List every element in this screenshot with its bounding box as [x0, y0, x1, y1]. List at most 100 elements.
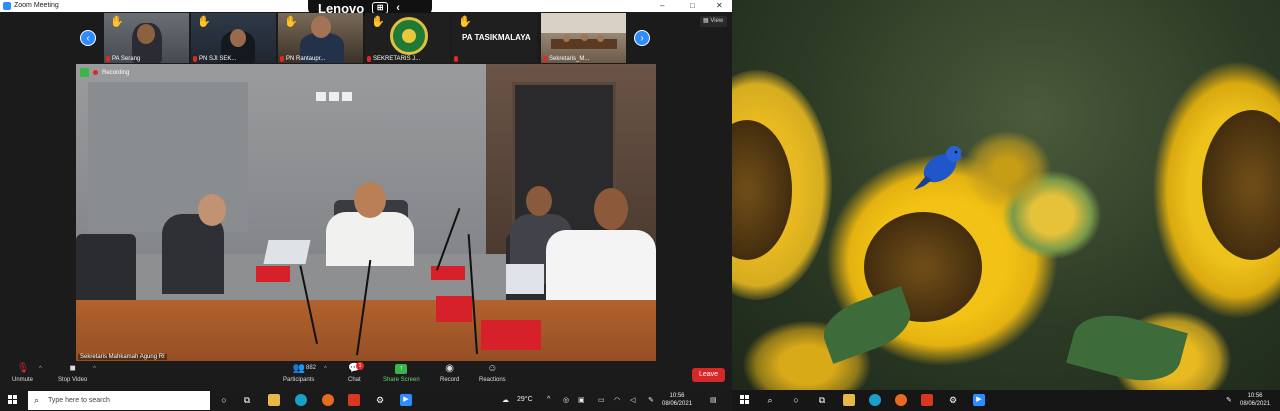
- participant-name: PA Serang: [112, 56, 141, 62]
- participant-face: [230, 29, 246, 47]
- zoom-taskbar-icon[interactable]: ▶: [973, 394, 985, 406]
- participant-tile[interactable]: ✋ PA TASIKMALAYA: [452, 13, 537, 63]
- notification-icon[interactable]: ▤: [710, 396, 717, 404]
- people-icon: 👥: [292, 363, 306, 374]
- network-icon[interactable]: ▭: [598, 396, 605, 404]
- raised-hand-icon: ✋: [197, 16, 211, 28]
- blue-bird: [914, 146, 968, 190]
- search-placeholder: Type here to search: [48, 397, 110, 404]
- settings-gear-icon[interactable]: ⚙: [947, 394, 959, 406]
- conference-table: [76, 300, 656, 361]
- file-explorer-icon[interactable]: [268, 394, 280, 406]
- taskbar-right: ⌕ ○ ⧉ ⚙ ▶ ✎ 10:56 08/06/2021: [732, 390, 1280, 411]
- taskbar-search-input[interactable]: ⌕ Type here to search: [28, 391, 210, 410]
- zoom-taskbar-icon[interactable]: ▶: [400, 394, 412, 406]
- participant-tile[interactable]: ✋ PA Serang: [104, 13, 189, 63]
- pen-icon[interactable]: ✎: [1226, 396, 1232, 404]
- sunflower-blurred: [962, 130, 1052, 210]
- chat-unread-badge: 1: [356, 362, 364, 370]
- unmute-button[interactable]: 🎙 Unmute: [12, 363, 33, 384]
- participant-tile[interactable]: ✋ PN Rantaupr...: [278, 13, 363, 63]
- raised-hand-icon: ✋: [458, 16, 472, 28]
- person-center: [326, 212, 414, 266]
- laptop: [506, 264, 544, 294]
- edge-icon[interactable]: [295, 394, 307, 406]
- participant-name: PN SJI SEK...: [199, 56, 237, 62]
- share-arrow-icon: ↑: [395, 364, 408, 374]
- taskbar-clock[interactable]: 10:56 08/06/2021: [662, 392, 692, 408]
- muted-mic-icon: [454, 56, 458, 62]
- muted-mic-icon: [280, 56, 284, 62]
- file-explorer-icon[interactable]: [843, 394, 855, 406]
- reactions-button[interactable]: ☺ Reactions: [479, 363, 506, 384]
- minimize-button[interactable]: –: [660, 1, 664, 10]
- grid-icon: ▦: [703, 18, 709, 24]
- video-camera-icon: ■: [69, 363, 76, 374]
- laptop: [263, 240, 311, 264]
- tray-icon[interactable]: ▣: [578, 396, 585, 404]
- smiley-icon: ☺: [487, 363, 498, 374]
- settings-gear-icon[interactable]: ⚙: [374, 394, 386, 406]
- tray-expand-icon[interactable]: ^: [547, 396, 550, 403]
- gallery-prev-button[interactable]: ‹: [80, 30, 96, 46]
- view-button[interactable]: ▦ View: [700, 16, 727, 27]
- participant-name: PN Rantaupr...: [286, 56, 326, 62]
- participant-count: 882: [306, 365, 317, 371]
- muted-mic-icon: [543, 56, 547, 62]
- windows-start-icon[interactable]: [740, 395, 750, 405]
- record-icon: ◉: [445, 363, 455, 374]
- office-icon[interactable]: [348, 394, 360, 406]
- participant-face: [311, 16, 331, 38]
- volume-icon[interactable]: ◁: [630, 396, 635, 404]
- gallery-next-button[interactable]: ›: [634, 30, 650, 46]
- task-view-icon[interactable]: ⧉: [241, 394, 253, 406]
- muted-mic-icon: [193, 56, 197, 62]
- edge-icon[interactable]: [869, 394, 881, 406]
- participant-name: SEKRETARIS J...: [373, 56, 421, 62]
- recording-label: Recording: [102, 69, 130, 76]
- chat-button[interactable]: 💬 Chat 1: [348, 362, 364, 383]
- view-label: View: [710, 18, 724, 24]
- pen-icon[interactable]: ✎: [648, 396, 654, 404]
- weather-temp[interactable]: 29°C: [517, 396, 533, 403]
- wifi-icon[interactable]: ◠: [614, 396, 620, 404]
- firefox-icon[interactable]: [895, 394, 907, 406]
- raised-hand-icon: ✋: [371, 16, 385, 28]
- participant-name: Sekretaris_M...: [549, 56, 590, 62]
- firefox-icon[interactable]: [322, 394, 334, 406]
- participant-tile[interactable]: Sekretaris_M...: [541, 13, 626, 63]
- recording-dot-icon: [93, 70, 98, 75]
- weather-icon[interactable]: ☁: [502, 396, 509, 404]
- muted-mic-icon: 🎙: [16, 363, 30, 374]
- task-view-icon[interactable]: ⧉: [816, 394, 828, 406]
- participants-options-icon[interactable]: ^: [324, 366, 327, 372]
- cortana-icon[interactable]: ○: [790, 394, 802, 406]
- tray-icon[interactable]: ◎: [563, 396, 569, 404]
- participant-tile[interactable]: ✋ PN SJI SEK...: [191, 13, 276, 63]
- emblem-logo: [390, 17, 428, 55]
- participant-face: [137, 24, 155, 44]
- close-button[interactable]: ✕: [716, 1, 723, 10]
- stop-video-button[interactable]: ■ Stop Video: [58, 363, 87, 384]
- muted-mic-icon: [367, 56, 371, 62]
- cortana-icon[interactable]: ○: [218, 394, 230, 406]
- encryption-shield-icon: [80, 68, 89, 77]
- active-speaker-video[interactable]: Recording Sekretaris Mahkamah Agung RI: [76, 64, 656, 361]
- search-icon: ⌕: [34, 395, 40, 405]
- office-icon[interactable]: [921, 394, 933, 406]
- speaker-name: Sekretaris Mahkamah Agung RI: [78, 354, 167, 360]
- record-button[interactable]: ◉ Record: [440, 363, 459, 384]
- share-screen-button[interactable]: ↑ Share Screen: [383, 364, 420, 383]
- zoom-screen: Zoom Meeting – □ ✕ Lenovo ⊞ ‹ ▦ View ‹ ›…: [0, 0, 732, 411]
- participant-tile[interactable]: ✋ SEKRETARIS J...: [365, 13, 450, 63]
- taskbar-left: ⌕ Type here to search ○ ⧉ ⚙ ▶ ☁ 29°C ^ ◎…: [0, 390, 732, 411]
- leave-button[interactable]: Leave: [692, 368, 725, 382]
- desktop-wallpaper-screen: ⌕ ○ ⧉ ⚙ ▶ ✎ 10:56 08/06/2021: [732, 0, 1280, 411]
- audio-options-icon[interactable]: ^: [39, 366, 42, 372]
- video-options-icon[interactable]: ^: [93, 366, 96, 372]
- windows-start-icon[interactable]: [8, 395, 18, 405]
- taskbar-clock[interactable]: 10:56 08/06/2021: [1240, 392, 1270, 408]
- raised-hand-icon: ✋: [110, 16, 124, 28]
- maximize-button[interactable]: □: [690, 1, 695, 10]
- search-icon[interactable]: ⌕: [764, 394, 776, 406]
